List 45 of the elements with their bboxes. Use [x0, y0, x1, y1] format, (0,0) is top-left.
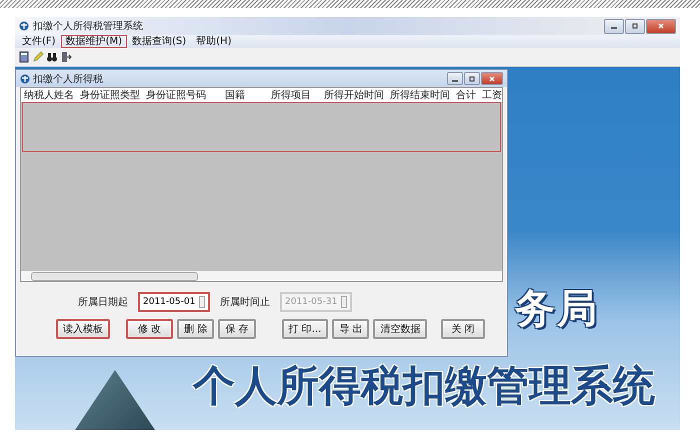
minimize-icon	[611, 27, 617, 29]
menu-item[interactable]: 数据维护(M)	[60, 35, 127, 48]
dialog-button[interactable]: 打 印...	[282, 319, 328, 339]
column-header[interactable]: 所得开始时间	[321, 88, 387, 102]
horizontal-scrollbar[interactable]	[21, 271, 502, 281]
exit-door-icon[interactable]	[60, 51, 72, 63]
menu-item[interactable]: 帮助(H)	[191, 35, 236, 48]
column-header[interactable]: 国籍	[209, 88, 261, 102]
maximize-icon	[630, 21, 640, 31]
column-header[interactable]: 所得项目	[261, 88, 321, 102]
minimize-icon	[452, 80, 458, 82]
column-header[interactable]: 身份证照号码	[143, 88, 209, 102]
menu-item[interactable]: 文件(F)	[17, 35, 61, 48]
window-title: 扣缴个人所得税管理系统	[33, 20, 143, 33]
app-logo-icon	[19, 21, 29, 31]
column-header[interactable]: 工资	[479, 88, 502, 102]
field-label: 所属时间止	[220, 296, 270, 309]
banner-text: 务局	[515, 289, 599, 329]
binoculars-icon[interactable]	[46, 51, 58, 63]
close-icon	[656, 21, 666, 31]
column-header[interactable]: 身份证照类型	[77, 88, 143, 102]
menu-item[interactable]: 数据查询(S)	[127, 35, 192, 48]
dialog-button[interactable]: 修 改	[126, 319, 174, 339]
dialog-button[interactable]: 清空数据	[373, 319, 428, 339]
dialog-title: 扣缴个人所得税	[33, 72, 103, 86]
app-logo-icon	[20, 74, 30, 84]
maximize-button[interactable]	[464, 72, 480, 85]
column-header[interactable]: 合计	[453, 88, 479, 102]
dialog-button[interactable]: 保 存	[218, 319, 256, 339]
close-icon	[487, 74, 497, 84]
dialog-button[interactable]: 读入模板	[56, 319, 110, 339]
dialog-button[interactable]: 导 出	[332, 319, 370, 339]
dialog-button[interactable]: 关 闭	[441, 319, 485, 339]
column-header[interactable]: 所得结束时间	[387, 88, 453, 102]
minimize-button[interactable]	[447, 72, 463, 85]
dialog-button[interactable]: 删 除	[177, 319, 214, 339]
maximize-icon	[467, 74, 477, 84]
maximize-button[interactable]	[625, 18, 645, 34]
close-button[interactable]	[646, 18, 676, 34]
date-field[interactable]: 2011-05-01	[138, 292, 210, 312]
field-label: 所属日期起	[78, 296, 128, 309]
column-header[interactable]: 纳税人姓名	[21, 88, 77, 102]
close-button[interactable]	[481, 72, 503, 85]
calculator-icon[interactable]	[18, 51, 30, 63]
banner-title: 个人所得税扣缴管理系统	[193, 365, 655, 407]
